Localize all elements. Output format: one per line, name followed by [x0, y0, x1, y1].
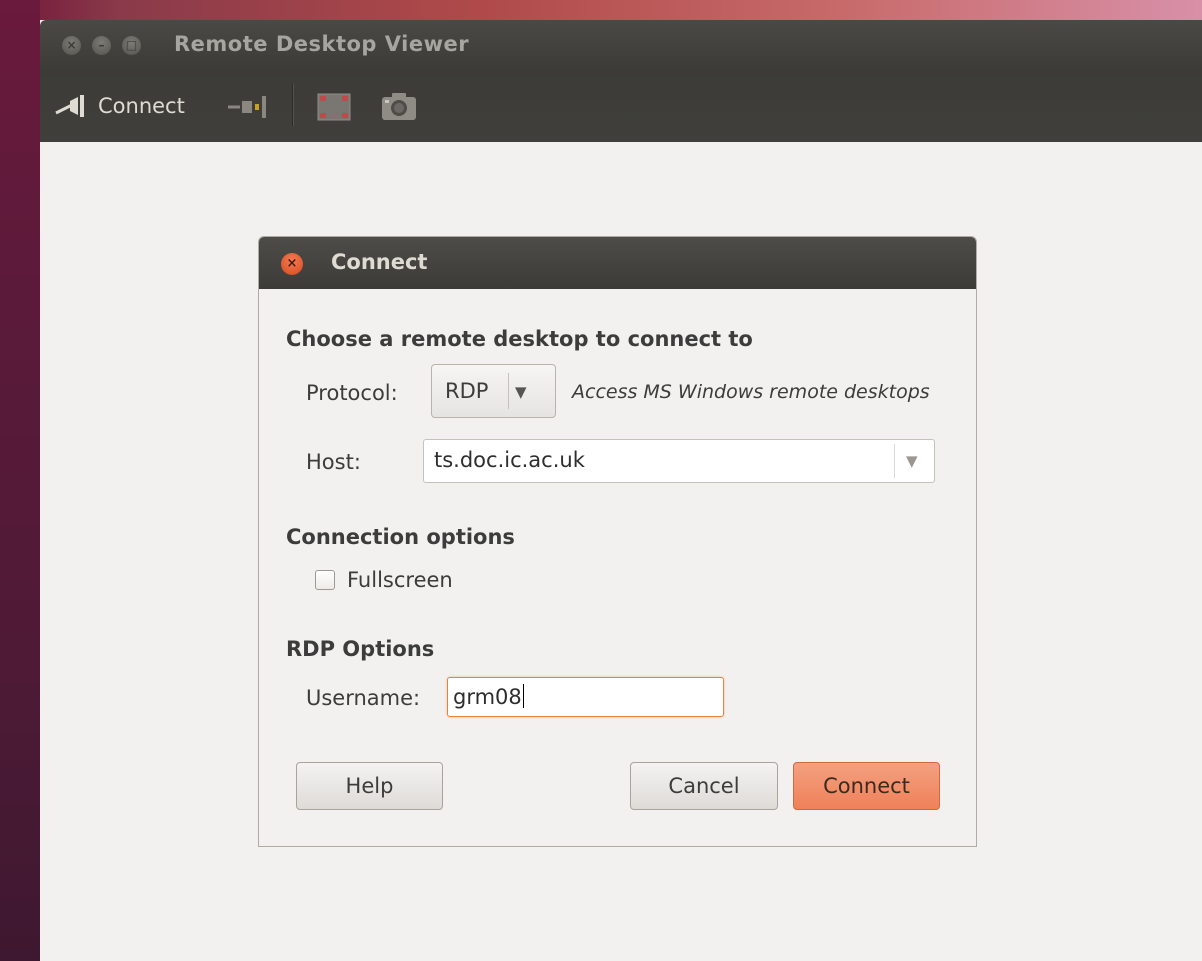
- chevron-down-icon[interactable]: ▼: [906, 452, 918, 470]
- screenshot-icon[interactable]: [380, 90, 418, 122]
- protocol-hint: Access MS Windows remote desktops: [572, 381, 930, 403]
- help-button[interactable]: Help: [296, 762, 443, 810]
- cancel-button[interactable]: Cancel: [630, 762, 778, 810]
- fullscreen-checkbox[interactable]: [315, 570, 335, 590]
- username-input[interactable]: grm08: [447, 677, 724, 717]
- host-input[interactable]: ts.doc.ic.ac.uk: [434, 448, 585, 472]
- toolbar-connect-label: Connect: [98, 94, 185, 118]
- toolbar-separator: [292, 84, 293, 126]
- protocol-value: RDP: [445, 379, 489, 403]
- connect-icon: [55, 95, 84, 117]
- chevron-down-icon: ▼: [515, 383, 527, 401]
- fullscreen-label[interactable]: Fullscreen: [347, 568, 453, 592]
- connect-button[interactable]: Connect: [793, 762, 940, 810]
- dialog-close-button[interactable]: ×: [281, 253, 303, 275]
- dialog-titlebar: × Connect: [259, 237, 976, 289]
- window-title: Remote Desktop Viewer: [174, 32, 470, 56]
- text-caret: [522, 684, 524, 708]
- window-maximize-button[interactable]: □: [122, 36, 141, 55]
- host-dropdown-separator: [894, 444, 895, 478]
- protocol-select-separator: [508, 373, 509, 409]
- host-combo-entry[interactable]: ts.doc.ic.ac.uk ▼: [423, 439, 935, 483]
- username-value: grm08: [453, 685, 522, 709]
- username-label: Username:: [306, 686, 421, 710]
- connect-dialog: × Connect Choose a remote desktop to con…: [258, 236, 977, 847]
- window-minimize-button[interactable]: –: [92, 36, 111, 55]
- disconnect-icon[interactable]: [226, 94, 272, 120]
- window-close-button[interactable]: ×: [62, 36, 81, 55]
- dialog-title: Connect: [331, 250, 428, 274]
- choose-desktop-heading: Choose a remote desktop to connect to: [286, 327, 753, 351]
- protocol-select[interactable]: RDP ▼: [431, 364, 556, 418]
- rdp-options-heading: RDP Options: [286, 637, 435, 661]
- desktop-background: [0, 0, 40, 961]
- protocol-label: Protocol:: [306, 381, 398, 405]
- connection-options-heading: Connection options: [286, 525, 515, 549]
- window-titlebar: × – □ Remote Desktop Viewer: [40, 20, 1202, 70]
- toolbar-connect-button[interactable]: Connect: [54, 88, 185, 124]
- toolbar: Connect: [40, 70, 1202, 142]
- fullscreen-icon[interactable]: [316, 92, 352, 122]
- host-label: Host:: [306, 450, 361, 474]
